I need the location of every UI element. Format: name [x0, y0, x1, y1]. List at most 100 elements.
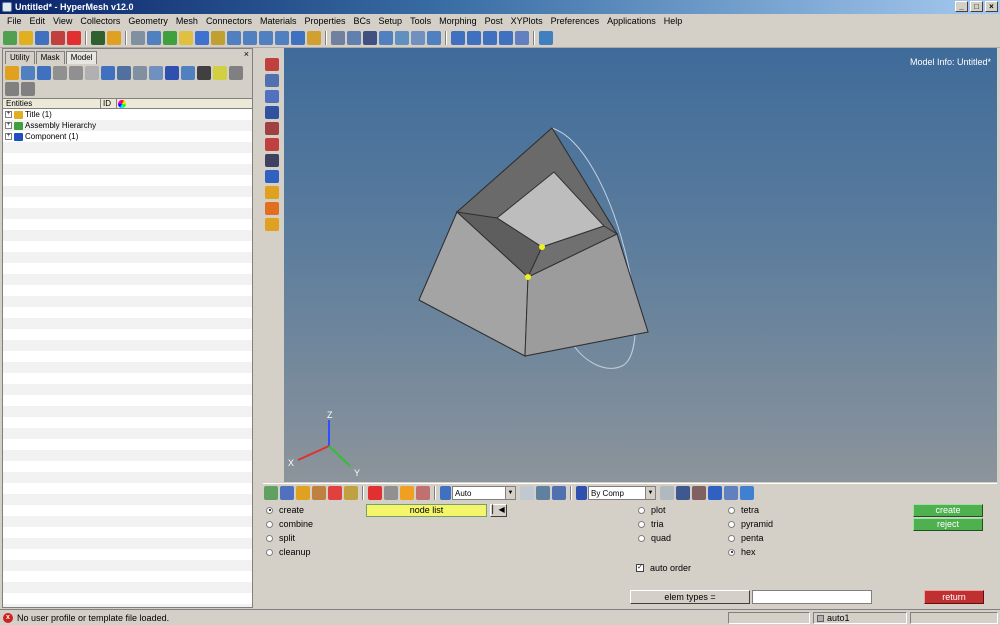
components-icon[interactable] — [35, 30, 49, 45]
menu-bcs[interactable]: BCs — [350, 16, 375, 26]
reverse-icon[interactable] — [416, 486, 430, 500]
rotate-left-icon[interactable] — [147, 30, 161, 45]
type-penta-radio[interactable]: penta — [728, 533, 764, 543]
element-color-icon[interactable] — [692, 486, 706, 500]
view-iso-icon[interactable] — [499, 30, 513, 45]
zoom-out-icon[interactable] — [347, 30, 361, 45]
expand-icon[interactable]: + — [5, 122, 12, 129]
collector-icon[interactable] — [37, 66, 51, 80]
properties-view-icon[interactable] — [312, 486, 326, 500]
spin-icon[interactable] — [211, 30, 225, 45]
elem-types-button[interactable]: elem types = — [630, 590, 750, 604]
radio-dot[interactable] — [266, 506, 273, 514]
solids-icon[interactable] — [265, 90, 279, 103]
menu-xyplots[interactable]: XYPlots — [507, 16, 547, 26]
edges-icon[interactable] — [265, 58, 279, 71]
tree-item-title[interactable]: + Title (1) — [3, 109, 252, 120]
tab-utility[interactable]: Utility — [5, 51, 35, 64]
tab-mask[interactable]: Mask — [35, 51, 65, 64]
radio-dot[interactable] — [728, 534, 735, 542]
tree-item-component[interactable]: + Component (1) — [3, 131, 252, 142]
mode-split-radio[interactable]: split — [266, 533, 295, 543]
menu-morphing[interactable]: Morphing — [435, 16, 481, 26]
label-icon[interactable] — [265, 202, 279, 215]
radio-dot[interactable] — [638, 534, 645, 542]
tree-icon[interactable] — [133, 66, 147, 80]
display-icon[interactable] — [165, 66, 179, 80]
shaded-elements-icon[interactable] — [676, 486, 690, 500]
menu-view[interactable]: View — [49, 16, 76, 26]
delete-icon[interactable] — [368, 486, 382, 500]
menu-setup[interactable]: Setup — [375, 16, 407, 26]
select-filter-icon[interactable] — [344, 486, 358, 500]
model-render[interactable]: Z X Y — [284, 48, 997, 482]
view-icon[interactable] — [259, 30, 273, 45]
view-icon[interactable] — [275, 30, 289, 45]
components-icon[interactable] — [5, 66, 19, 80]
node-list-selector[interactable]: node list — [366, 504, 487, 517]
up-icon[interactable] — [227, 30, 241, 45]
solid-view-icon[interactable] — [552, 486, 566, 500]
filter-icon[interactable] — [149, 66, 163, 80]
radio-dot[interactable] — [266, 548, 273, 556]
wireframe-icon[interactable] — [660, 486, 674, 500]
radio-dot[interactable] — [728, 506, 735, 514]
radio-dot[interactable] — [638, 520, 645, 528]
loads-view-icon[interactable] — [328, 486, 342, 500]
menu-mesh[interactable]: Mesh — [172, 16, 202, 26]
radio-dot[interactable] — [728, 548, 735, 556]
forward-icon[interactable] — [411, 30, 425, 45]
assemblies-icon[interactable] — [21, 66, 35, 80]
hide-icon[interactable] — [5, 82, 19, 96]
mode-combine-radio[interactable]: combine — [266, 519, 313, 529]
color-mode-dropdown[interactable]: By Comp ▼ — [588, 486, 656, 500]
maximize-button[interactable]: □ — [970, 1, 983, 12]
materials-view-icon[interactable] — [296, 486, 310, 500]
surfaces-icon[interactable] — [265, 74, 279, 87]
radio-dot[interactable] — [728, 520, 735, 528]
return-button[interactable]: return — [924, 590, 984, 604]
collapse-icon[interactable] — [117, 66, 131, 80]
menu-help[interactable]: Help — [660, 16, 687, 26]
monitor-icon[interactable] — [740, 486, 754, 500]
radio-dot[interactable] — [638, 506, 645, 514]
components-view-icon[interactable] — [264, 486, 278, 500]
connectors-icon[interactable] — [265, 154, 279, 167]
select-icon[interactable] — [197, 66, 211, 80]
user-icon[interactable] — [91, 30, 105, 45]
view-front-icon[interactable] — [467, 30, 481, 45]
isolate-icon[interactable] — [400, 486, 414, 500]
hide-icon[interactable] — [384, 486, 398, 500]
type-tria-radio[interactable]: tria — [638, 519, 664, 529]
type-tetra-radio[interactable]: tetra — [728, 505, 759, 515]
minimize-button[interactable]: _ — [955, 1, 968, 12]
menu-file[interactable]: File — [3, 16, 26, 26]
entities-column-header[interactable]: Entities — [3, 99, 101, 108]
menu-properties[interactable]: Properties — [300, 16, 349, 26]
rotate-icon[interactable] — [163, 30, 177, 45]
loads-icon[interactable] — [85, 66, 99, 80]
browser-close-icon[interactable]: × — [244, 49, 249, 59]
tab-model[interactable]: Model — [65, 51, 98, 64]
move-icon[interactable] — [179, 30, 193, 45]
back-icon[interactable] — [395, 30, 409, 45]
display-mode-icon[interactable] — [536, 486, 550, 500]
checkbox-box[interactable]: ✓ — [636, 564, 644, 572]
feature-lines-icon[interactable] — [708, 486, 722, 500]
id-column-header[interactable]: ID — [101, 99, 117, 108]
menu-edit[interactable]: Edit — [26, 16, 50, 26]
properties-icon[interactable] — [69, 66, 83, 80]
menu-collectors[interactable]: Collectors — [76, 16, 124, 26]
camera-icon[interactable] — [539, 30, 553, 45]
tree-item-assembly-hierarchy[interactable]: + Assembly Hierarchy — [3, 120, 252, 131]
view-icon[interactable] — [291, 30, 305, 45]
color-column-header[interactable] — [117, 99, 128, 108]
text-label-icon[interactable] — [265, 186, 279, 199]
view-side-icon[interactable] — [483, 30, 497, 45]
highlight-icon[interactable] — [213, 66, 227, 80]
expand-icon[interactable]: + — [5, 111, 12, 118]
folder-icon[interactable] — [107, 30, 121, 45]
menu-connectors[interactable]: Connectors — [202, 16, 256, 26]
elements-icon[interactable] — [265, 106, 279, 119]
create-button[interactable]: create — [913, 504, 983, 517]
